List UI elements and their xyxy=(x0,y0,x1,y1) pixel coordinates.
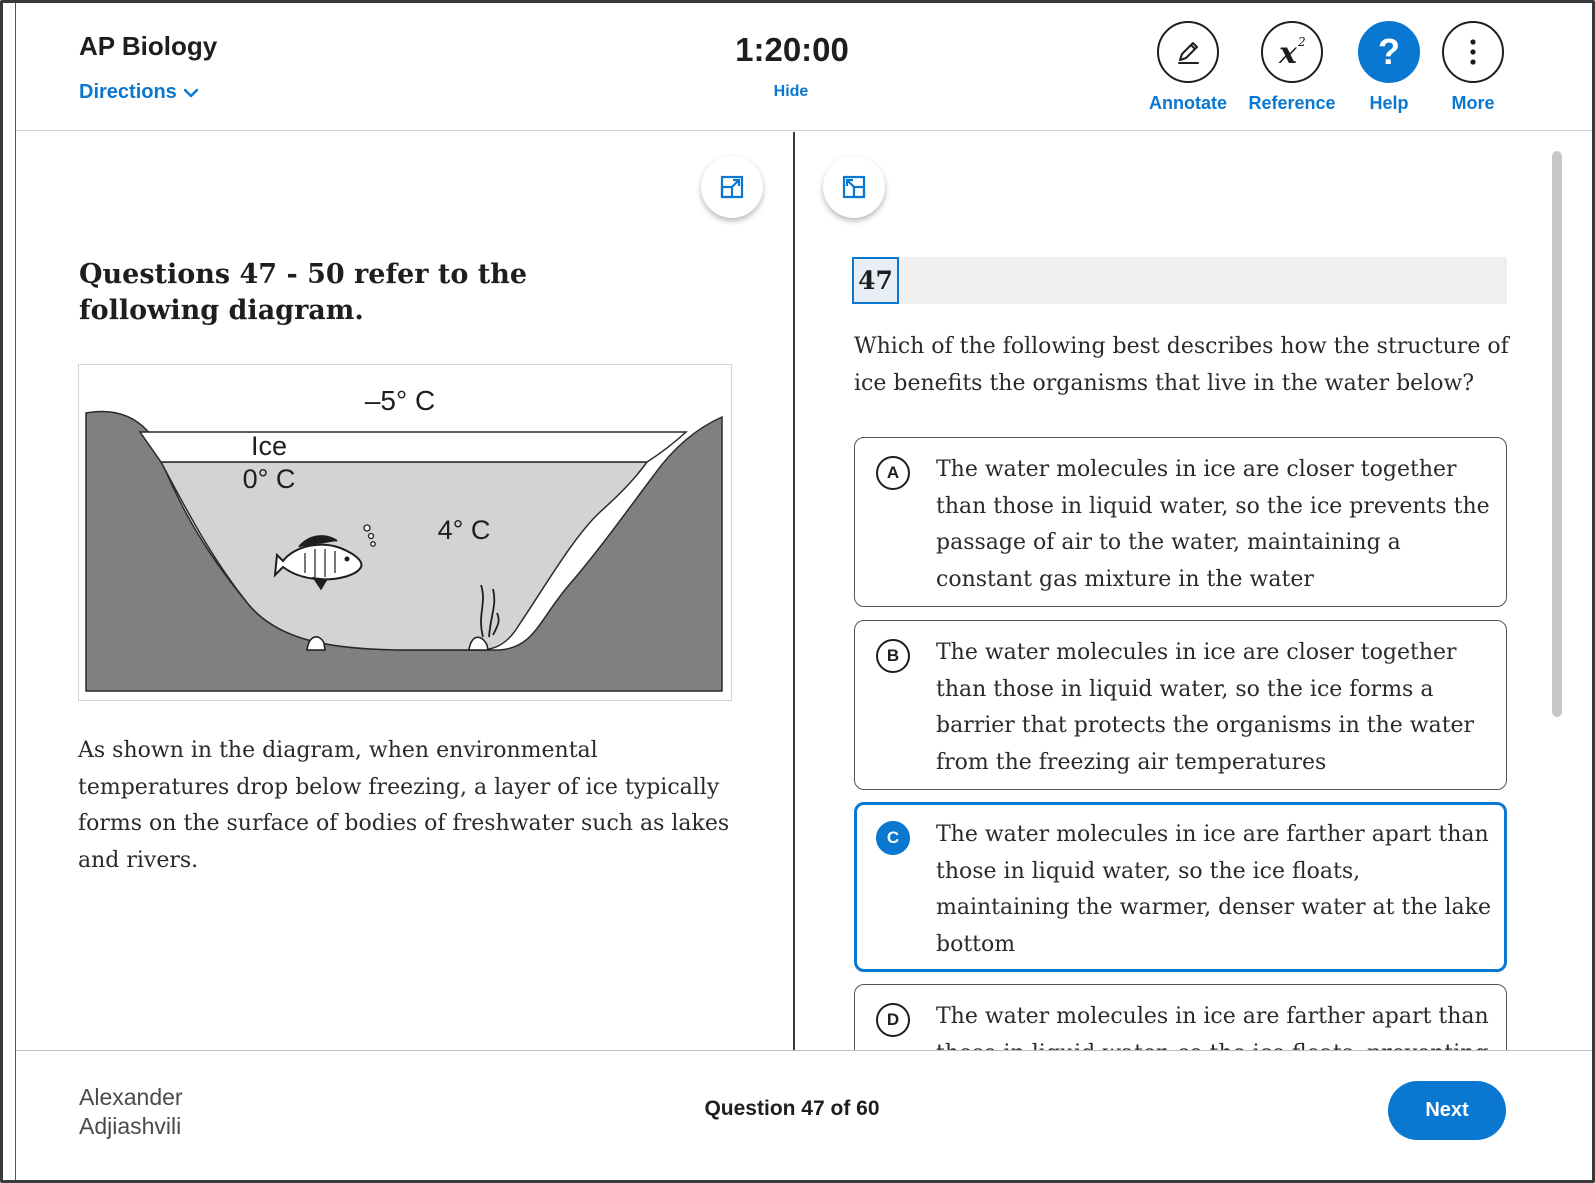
annotate-label: Annotate xyxy=(1149,93,1227,113)
reference-button[interactable]: x 2 Reference xyxy=(1247,21,1337,114)
answer-choice-c[interactable]: C The water molecules in ice are farther… xyxy=(854,802,1507,972)
top-toolbar: AP Biology Directions 1:20:00 Hide Annot… xyxy=(16,3,1592,131)
timer-value: 1:20:00 xyxy=(735,31,849,68)
bottom-bar: Alexander Adjiashvili Question 47 of 60 … xyxy=(16,1050,1592,1180)
annotate-button[interactable]: Annotate xyxy=(1143,21,1233,114)
help-icon: ? xyxy=(1358,21,1420,83)
directions-dropdown[interactable]: Directions xyxy=(79,81,199,104)
choice-letter: B xyxy=(876,639,910,673)
scrollbar-thumb[interactable] xyxy=(1552,151,1562,717)
next-button[interactable]: Next xyxy=(1388,1081,1506,1140)
svg-text:2: 2 xyxy=(1297,35,1306,49)
reference-label: Reference xyxy=(1248,93,1336,113)
more-label: More xyxy=(1451,93,1495,113)
answer-choice-d[interactable]: D The water molecules in ice are farther… xyxy=(854,984,1507,1050)
choice-letter: A xyxy=(876,456,910,490)
annotate-icon xyxy=(1157,21,1219,83)
answer-choices: A The water molecules in ice are closer … xyxy=(16,132,1556,1050)
formula-icon: x 2 xyxy=(1261,21,1323,83)
answer-choice-b[interactable]: B The water molecules in ice are closer … xyxy=(854,620,1507,790)
choice-text: The water molecules in ice are farther a… xyxy=(936,822,1491,957)
more-vertical-icon xyxy=(1442,21,1504,83)
choice-letter: C xyxy=(876,821,910,855)
choice-text: The water molecules in ice are farther a… xyxy=(936,1004,1489,1050)
svg-text:?: ? xyxy=(1378,32,1400,72)
chevron-down-icon xyxy=(183,88,199,97)
help-label: Help xyxy=(1369,93,1409,113)
choice-text: The water molecules in ice are closer to… xyxy=(936,640,1475,775)
help-button[interactable]: ? Help xyxy=(1344,21,1434,114)
more-button[interactable]: More xyxy=(1428,21,1518,114)
choice-text: The water molecules in ice are closer to… xyxy=(936,457,1490,592)
question-progress[interactable]: Question 47 of 60 xyxy=(16,1097,1568,1121)
hide-timer-button[interactable]: Hide xyxy=(771,83,811,101)
choice-letter: D xyxy=(876,1003,910,1037)
app-window: AP Biology Directions 1:20:00 Hide Annot… xyxy=(0,0,1595,1183)
answer-choice-a[interactable]: A The water molecules in ice are closer … xyxy=(854,437,1507,607)
svg-text:x: x xyxy=(1278,36,1298,71)
app-content: AP Biology Directions 1:20:00 Hide Annot… xyxy=(15,3,1592,1180)
directions-label: Directions xyxy=(79,81,177,103)
